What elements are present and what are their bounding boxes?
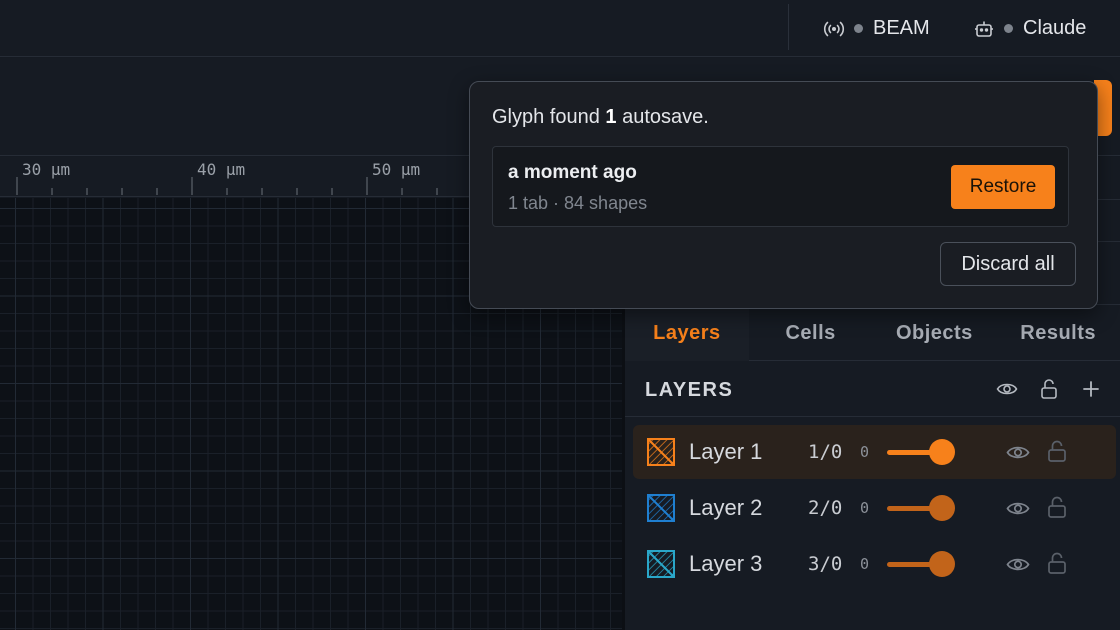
- layer-row[interactable]: Layer 3 3/0 0: [633, 537, 1116, 591]
- tab-cells[interactable]: Cells: [749, 305, 873, 361]
- top-status-bar: BEAM Claude: [0, 0, 1120, 57]
- beam-status-dot: [854, 24, 863, 33]
- unlock-icon[interactable]: [1037, 377, 1061, 401]
- tab-objects[interactable]: Objects: [873, 305, 997, 361]
- layer-row[interactable]: Layer 1 1/0 0: [633, 425, 1116, 479]
- autosave-entry-time: a moment ago: [508, 162, 637, 183]
- autosave-entry-card: a moment ago 1 tab · 84 shapes Restore: [492, 146, 1069, 227]
- layer-opacity-slider[interactable]: [887, 439, 957, 465]
- beam-status[interactable]: BEAM: [823, 0, 930, 57]
- app-root: BEAM Claude 30 µm 40 µm 50 µm Layers Cel…: [0, 0, 1120, 630]
- slider-knob[interactable]: [929, 551, 955, 577]
- unlock-icon[interactable]: [1045, 438, 1069, 464]
- unlock-icon[interactable]: [1045, 550, 1069, 576]
- layer-datatype: 0: [860, 499, 870, 517]
- autosave-message: Glyph found 1 autosave.: [492, 106, 709, 129]
- ruler-label: 50 µm: [372, 160, 421, 179]
- layer-opacity-slider[interactable]: [887, 551, 957, 577]
- eye-icon[interactable]: [1005, 552, 1031, 576]
- restore-button[interactable]: Restore: [951, 165, 1055, 209]
- layer-row[interactable]: Layer 2 2/0 0: [633, 481, 1116, 535]
- eye-icon[interactable]: [995, 377, 1019, 401]
- claude-status[interactable]: Claude: [973, 0, 1086, 57]
- broadcast-icon: [823, 18, 845, 40]
- layer-number: 3/0: [808, 553, 843, 575]
- unlock-icon[interactable]: [1045, 494, 1069, 520]
- layer-number: 2/0: [808, 497, 843, 519]
- panel-tabs: Layers Cells Objects Results: [625, 305, 1120, 361]
- autosave-count: 1: [605, 106, 617, 128]
- layer-color-swatch[interactable]: [647, 550, 675, 578]
- layer-name: Layer 2: [689, 495, 763, 520]
- ruler-label: 30 µm: [22, 160, 71, 179]
- layer-color-swatch[interactable]: [647, 438, 675, 466]
- beam-status-label: BEAM: [873, 17, 930, 39]
- autosave-popup: Glyph found 1 autosave. a moment ago 1 t…: [469, 81, 1098, 309]
- tab-results[interactable]: Results: [996, 305, 1120, 361]
- eye-icon[interactable]: [1005, 440, 1031, 464]
- slider-knob[interactable]: [929, 495, 955, 521]
- claude-status-label: Claude: [1023, 17, 1087, 39]
- autosave-message-suffix: autosave.: [622, 106, 709, 128]
- layer-datatype: 0: [860, 443, 870, 461]
- slider-knob[interactable]: [929, 439, 955, 465]
- layer-color-swatch[interactable]: [647, 494, 675, 522]
- robot-icon: [973, 18, 995, 40]
- layer-opacity-slider[interactable]: [887, 495, 957, 521]
- claude-status-dot: [1004, 24, 1013, 33]
- autosave-message-prefix: Glyph found: [492, 106, 600, 128]
- status-divider: [788, 4, 789, 50]
- layers-header: LAYERS: [625, 361, 1120, 417]
- layer-name: Layer 1: [689, 439, 763, 464]
- autosave-entry-meta: 1 tab · 84 shapes: [508, 193, 648, 213]
- tab-layers[interactable]: Layers: [625, 305, 749, 361]
- eye-icon[interactable]: [1005, 496, 1031, 520]
- layer-number: 1/0: [808, 441, 843, 463]
- layer-name: Layer 3: [689, 551, 763, 576]
- discard-all-button[interactable]: Discard all: [940, 242, 1076, 286]
- layer-datatype: 0: [860, 555, 870, 573]
- ruler-label: 40 µm: [197, 160, 246, 179]
- layers-title: LAYERS: [645, 379, 734, 401]
- plus-icon[interactable]: [1079, 377, 1103, 401]
